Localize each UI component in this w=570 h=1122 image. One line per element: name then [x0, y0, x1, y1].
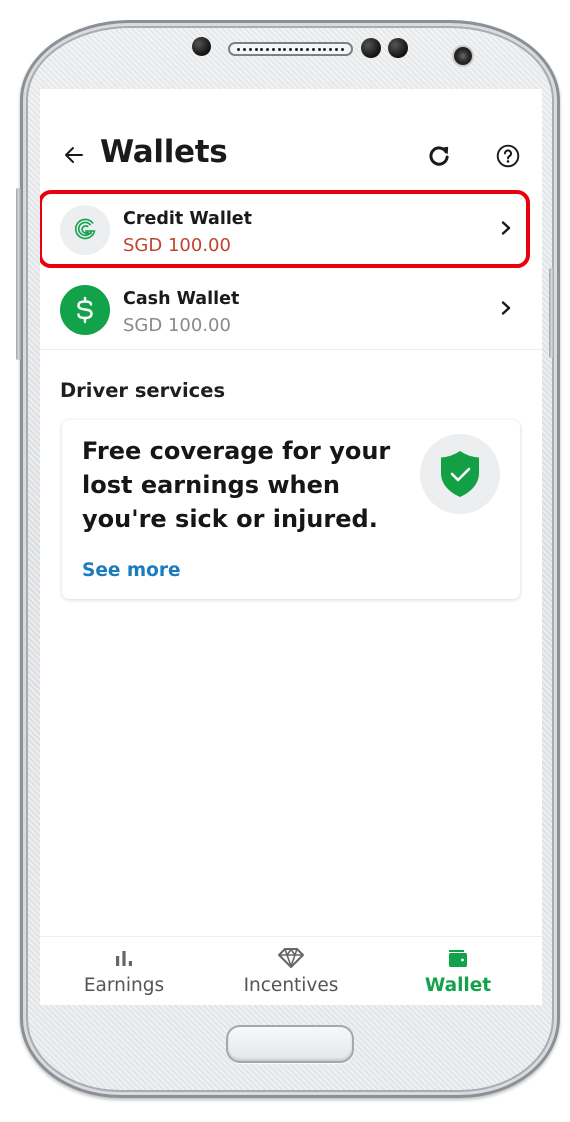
page-title: Wallets	[100, 134, 228, 170]
earpiece-speaker	[228, 42, 353, 56]
front-camera	[454, 47, 472, 65]
chevron-right-icon	[498, 218, 514, 238]
screen: Wallets Credit Wallet SGD 100.00 Cash Wa…	[40, 89, 542, 1005]
wallet-name: Cash Wallet	[123, 289, 240, 309]
nav-tab-incentives[interactable]: Incentives	[207, 937, 375, 1005]
shield-check-icon	[441, 451, 479, 497]
dollar-icon	[77, 296, 93, 324]
shield-icon-container	[420, 434, 500, 514]
volume-button	[16, 188, 21, 360]
nav-label: Incentives	[243, 975, 339, 996]
wallet-balance: SGD 100.00	[123, 315, 231, 336]
arrow-left-icon	[65, 147, 83, 163]
back-button[interactable]	[60, 141, 88, 169]
chevron-right-icon	[498, 298, 514, 318]
bar-chart-icon	[40, 947, 208, 969]
power-button	[549, 268, 554, 358]
cash-wallet-row[interactable]: Cash Wallet SGD 100.00	[40, 269, 542, 349]
nav-label: Wallet	[424, 975, 492, 996]
grab-g-logo-icon	[74, 218, 96, 240]
nav-label: Earnings	[83, 975, 165, 996]
coverage-service-card[interactable]: Free coverage for your lost earnings whe…	[62, 420, 520, 599]
proximity-sensor	[192, 37, 211, 56]
sensor	[361, 38, 381, 58]
nav-tab-earnings[interactable]: Earnings	[40, 937, 208, 1005]
section-divider	[40, 349, 542, 350]
wallet-name: Credit Wallet	[123, 209, 253, 229]
credit-wallet-icon-container	[60, 205, 110, 255]
sensor	[388, 38, 408, 58]
bottom-navigation: Earnings Incentives Wallet	[40, 936, 542, 1005]
wallet-icon	[374, 947, 542, 969]
refresh-icon	[429, 146, 449, 166]
help-circle-icon	[496, 144, 520, 168]
service-card-text: Free coverage for your lost earnings whe…	[82, 437, 391, 533]
app-header: Wallets	[40, 129, 542, 185]
cash-wallet-icon-container	[60, 285, 110, 335]
home-button[interactable]	[226, 1025, 354, 1063]
credit-wallet-row[interactable]: Credit Wallet SGD 100.00	[40, 189, 542, 269]
wallet-balance: SGD 100.00	[123, 235, 231, 256]
see-more-link[interactable]: See more	[82, 560, 181, 581]
diamond-icon	[207, 947, 375, 969]
nav-tab-wallet[interactable]: Wallet	[374, 937, 542, 1005]
refresh-button[interactable]	[425, 142, 453, 170]
section-title: Driver services	[60, 379, 226, 402]
help-button[interactable]	[494, 142, 522, 170]
